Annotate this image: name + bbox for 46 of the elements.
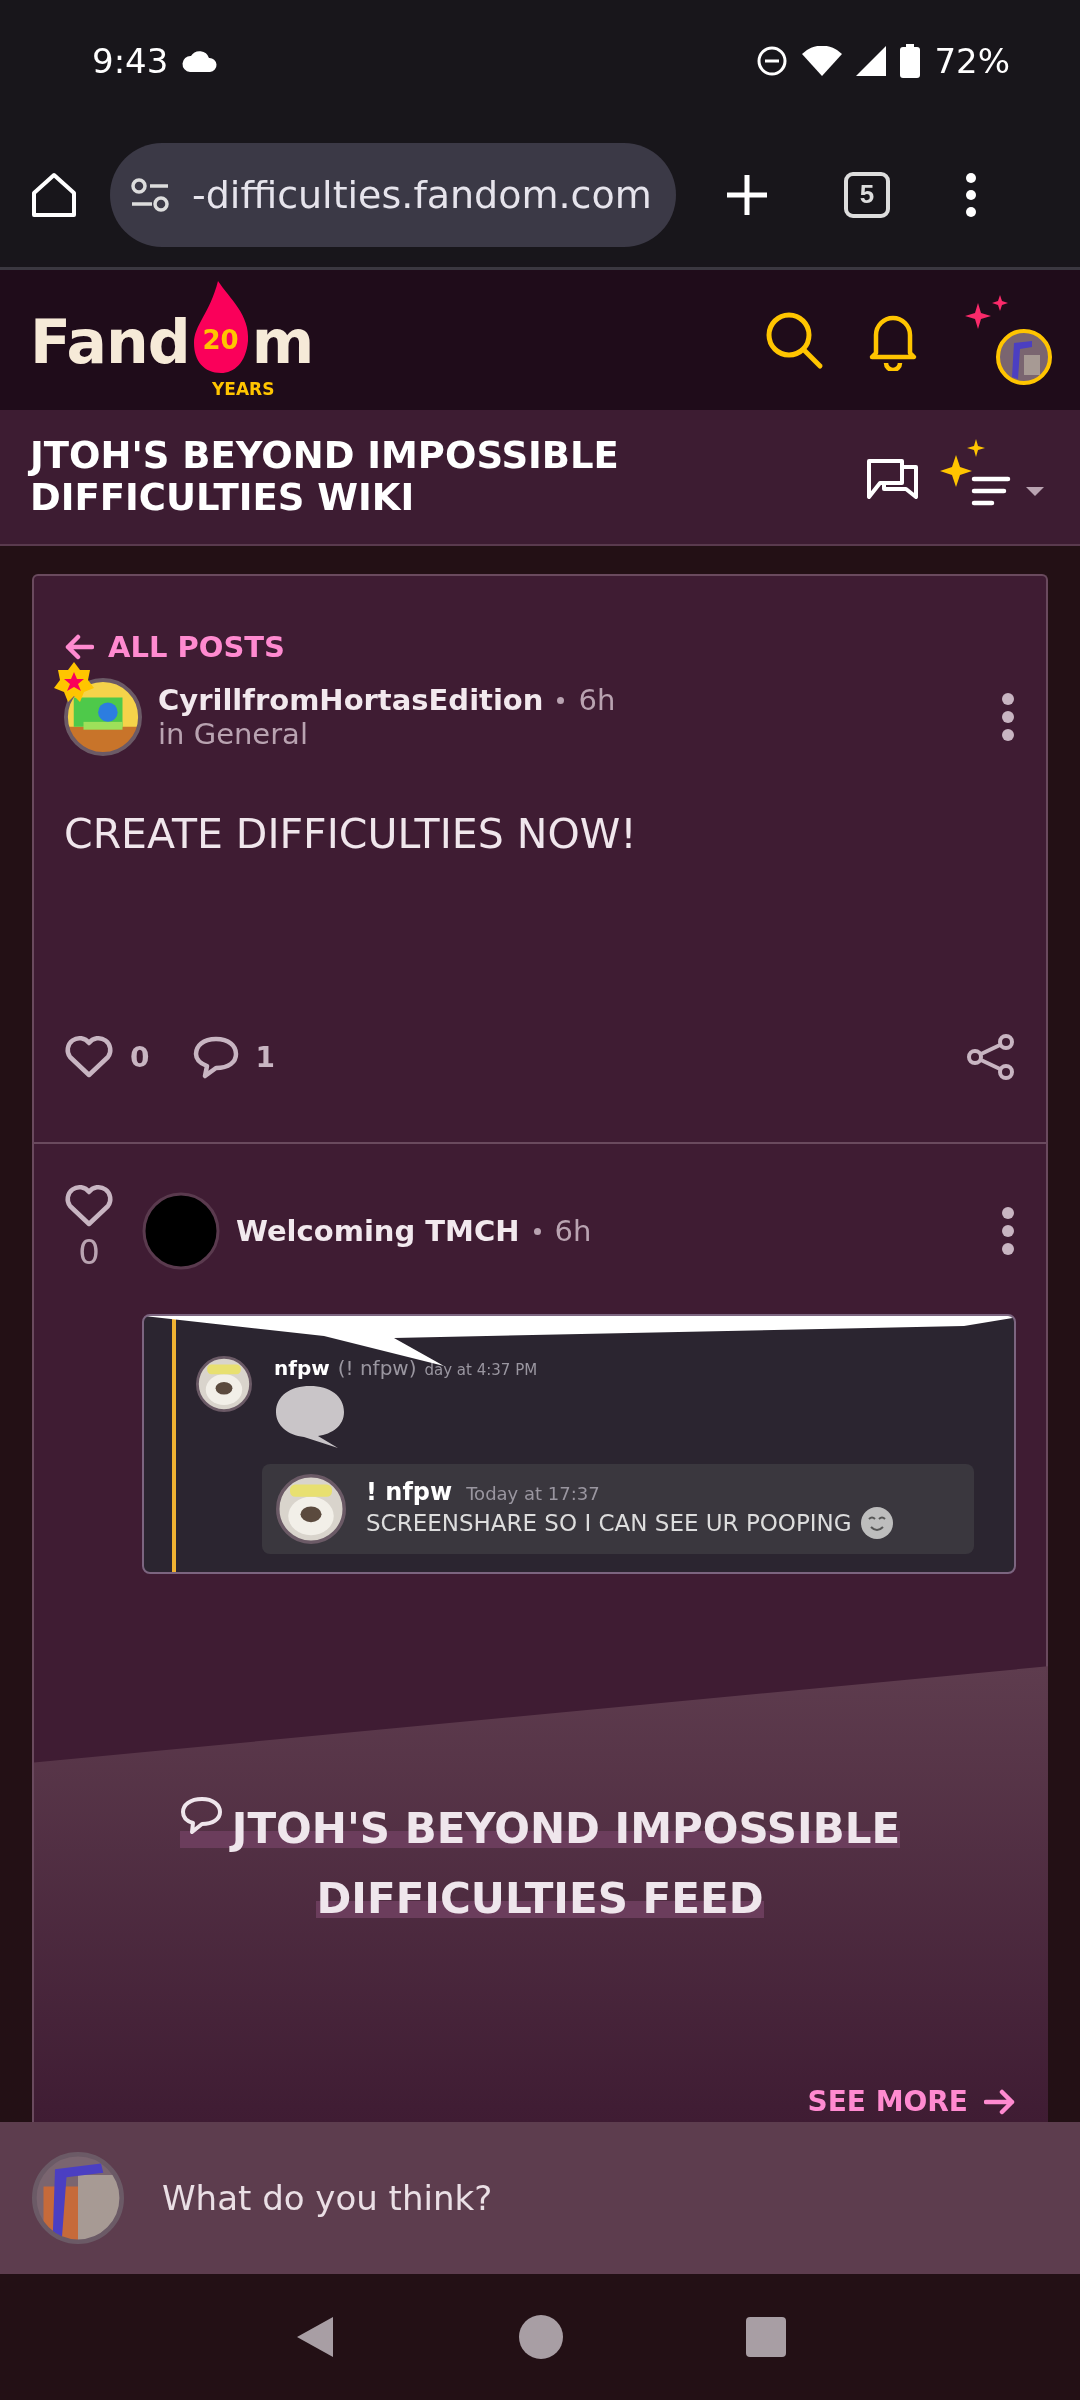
- like-button[interactable]: [64, 1184, 114, 1228]
- back-arrow-icon: [64, 634, 94, 660]
- chat-timestamp: Today at 17:37: [466, 1483, 600, 1504]
- separator-dot: [557, 696, 565, 704]
- chat-username: ! nfpw: [366, 1478, 453, 1506]
- author-name[interactable]: CyrillfromHortasEdition: [158, 683, 544, 717]
- chat-username: nfpw: [274, 1356, 330, 1380]
- like-count: 0: [78, 1232, 100, 1272]
- home-button[interactable]: [517, 2313, 565, 2361]
- speech-bubble-icon: [274, 1384, 346, 1450]
- attached-screenshot[interactable]: nfpw (! nfpw) day at 4:37 PM ! nfpw Today at 17:37 SCREENSHARE SO I CAN SEE UR POOPING: [142, 1314, 1016, 1574]
- post-category[interactable]: in General: [158, 717, 984, 751]
- share-button[interactable]: [966, 1034, 1016, 1080]
- like-count: 0: [130, 1040, 150, 1074]
- search-button[interactable]: [764, 310, 824, 370]
- menu-button[interactable]: [964, 171, 978, 218]
- site-settings-icon: [130, 177, 170, 212]
- chat-message: SCREENSHARE SO I CAN SEE UR POOPING: [366, 1510, 852, 1536]
- reply-time: 6h: [554, 1214, 592, 1248]
- post-time: 6h: [578, 683, 616, 717]
- do-not-disturb-icon: [756, 45, 789, 77]
- emoji-icon: [859, 1506, 894, 1540]
- arrow-right-icon: [984, 2088, 1016, 2115]
- url-text: -difficulties.fandom.com: [192, 172, 652, 217]
- more-options-button[interactable]: [1000, 1206, 1016, 1256]
- like-button[interactable]: [64, 1035, 114, 1079]
- wifi-icon: [802, 46, 843, 76]
- signal-icon: [856, 46, 887, 76]
- more-options-button[interactable]: [1000, 692, 1016, 742]
- see-more-link[interactable]: SEE MORE: [807, 2085, 1016, 2118]
- comment-button[interactable]: [193, 1035, 240, 1079]
- separator-dot: [533, 1227, 541, 1235]
- star-badge-icon: [54, 662, 94, 702]
- battery-percentage: 72%: [934, 41, 1010, 81]
- battery-icon: [900, 44, 921, 78]
- chat-timestamp: day at 4:37 PM: [424, 1361, 538, 1379]
- post-body: CREATE DIFFICULTIES NOW!: [64, 810, 638, 858]
- address-bar[interactable]: -difficulties.fandom.com: [110, 142, 676, 247]
- comment-count: 1: [255, 1040, 275, 1074]
- cloud-icon: [182, 50, 219, 72]
- tab-switcher-button[interactable]: 5: [844, 171, 890, 218]
- chat-handle: (! nfpw): [337, 1356, 417, 1380]
- author-name[interactable]: Welcoming TMCH: [236, 1214, 520, 1248]
- clock: 9:43: [92, 41, 169, 81]
- recents-button[interactable]: [745, 2316, 787, 2358]
- all-posts-link[interactable]: ALL POSTS: [64, 630, 1016, 664]
